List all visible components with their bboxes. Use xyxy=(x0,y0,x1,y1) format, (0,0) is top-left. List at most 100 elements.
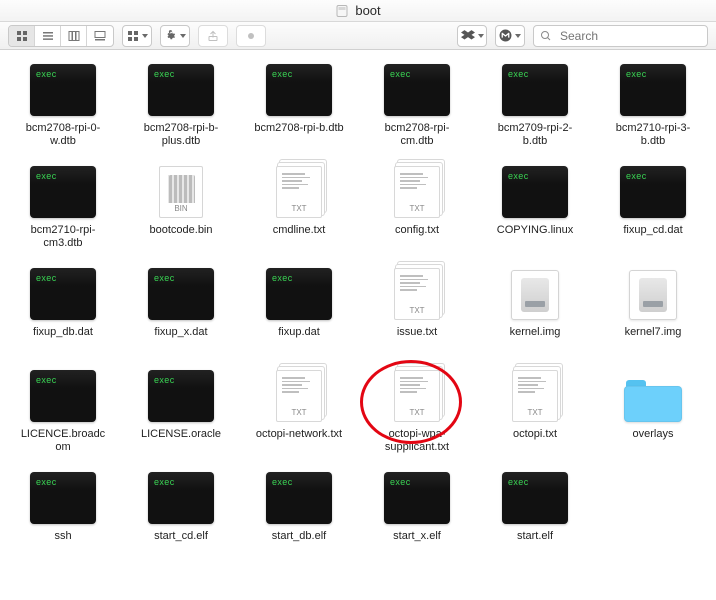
file-item[interactable]: exec start.elf xyxy=(490,472,580,556)
volume-icon xyxy=(335,4,349,18)
tags-button[interactable] xyxy=(236,25,266,47)
txt-file-icon: TXT xyxy=(276,166,322,218)
exec-file-icon: exec xyxy=(266,64,332,116)
file-item[interactable]: exec bcm2710-rpi-3-b.dtb xyxy=(608,64,698,148)
file-browser-content[interactable]: exec bcm2708-rpi-0-w.dtb exec bcm2708-rp… xyxy=(0,50,716,600)
file-item[interactable]: exec fixup_cd.dat xyxy=(608,166,698,250)
file-label: start_x.elf xyxy=(393,530,441,556)
view-mode-segment xyxy=(8,25,114,47)
chevron-down-icon xyxy=(142,34,148,38)
img-file-icon xyxy=(511,270,559,320)
file-label: bootcode.bin xyxy=(150,224,213,250)
file-item[interactable]: BIN bootcode.bin xyxy=(136,166,226,250)
file-item[interactable]: exec LICENCE.broadcom xyxy=(18,370,108,454)
dropbox-button[interactable] xyxy=(457,25,487,47)
file-label: issue.txt xyxy=(397,326,437,352)
file-item[interactable]: exec ssh xyxy=(18,472,108,556)
exec-file-icon: exec xyxy=(30,472,96,524)
view-gallery-icon[interactable] xyxy=(87,26,113,46)
exec-file-icon: exec xyxy=(266,268,332,320)
view-icon-icon[interactable] xyxy=(9,26,35,46)
search-input[interactable] xyxy=(558,28,716,44)
action-menu-button[interactable] xyxy=(160,25,190,47)
exec-file-icon: exec xyxy=(148,370,214,422)
file-item[interactable]: TXT octopi-wpa-supplicant.txt xyxy=(372,370,462,454)
exec-file-icon: exec xyxy=(148,268,214,320)
chevron-down-icon xyxy=(478,34,484,38)
file-item[interactable]: exec bcm2709-rpi-2-b.dtb xyxy=(490,64,580,148)
file-label: fixup_cd.dat xyxy=(623,224,682,250)
file-label: LICENSE.oracle xyxy=(141,428,221,454)
exec-file-icon: exec xyxy=(30,64,96,116)
file-item[interactable]: TXT cmdline.txt xyxy=(254,166,344,250)
exec-file-icon: exec xyxy=(620,166,686,218)
file-item[interactable]: exec fixup_db.dat xyxy=(18,268,108,352)
file-label: kernel7.img xyxy=(625,326,682,352)
toolbar xyxy=(0,22,716,50)
file-item[interactable]: TXT config.txt xyxy=(372,166,462,250)
chevron-down-icon xyxy=(180,34,186,38)
txt-file-icon: TXT xyxy=(394,166,440,218)
file-item[interactable]: exec start_cd.elf xyxy=(136,472,226,556)
file-item[interactable]: TXT octopi.txt xyxy=(490,370,580,454)
file-item[interactable]: kernel.img xyxy=(490,268,580,352)
search-icon xyxy=(540,30,552,42)
chevron-down-icon xyxy=(515,34,521,38)
file-label: octopi.txt xyxy=(513,428,557,454)
view-list-icon[interactable] xyxy=(35,26,61,46)
file-label: bcm2708-rpi-cm.dtb xyxy=(372,122,462,148)
file-label: cmdline.txt xyxy=(273,224,326,250)
file-label: kernel.img xyxy=(510,326,561,352)
file-item[interactable]: kernel7.img xyxy=(608,268,698,352)
file-item[interactable]: overlays xyxy=(608,370,698,454)
file-label: LICENCE.broadcom xyxy=(18,428,108,454)
file-item[interactable]: exec bcm2710-rpi-cm3.dtb xyxy=(18,166,108,250)
exec-file-icon: exec xyxy=(266,472,332,524)
file-label: octopi-wpa-supplicant.txt xyxy=(372,428,462,454)
file-item[interactable]: exec bcm2708-rpi-b.dtb xyxy=(254,64,344,148)
file-label: start_db.elf xyxy=(272,530,326,556)
file-label: bcm2708-rpi-0-w.dtb xyxy=(18,122,108,148)
file-item[interactable]: exec fixup.dat xyxy=(254,268,344,352)
exec-file-icon: exec xyxy=(30,166,96,218)
file-label: octopi-network.txt xyxy=(256,428,342,454)
arrange-menu-button[interactable] xyxy=(122,25,152,47)
exec-file-icon: exec xyxy=(502,64,568,116)
exec-file-icon: exec xyxy=(148,64,214,116)
mega-button[interactable] xyxy=(495,25,525,47)
file-item[interactable]: TXT issue.txt xyxy=(372,268,462,352)
file-label: bcm2710-rpi-3-b.dtb xyxy=(608,122,698,148)
view-column-icon[interactable] xyxy=(61,26,87,46)
exec-file-icon: exec xyxy=(620,64,686,116)
file-item[interactable]: exec bcm2708-rpi-b-plus.dtb xyxy=(136,64,226,148)
file-label: start.elf xyxy=(517,530,553,556)
file-label: bcm2708-rpi-b.dtb xyxy=(254,122,343,148)
file-label: bcm2710-rpi-cm3.dtb xyxy=(18,224,108,250)
exec-file-icon: exec xyxy=(30,370,96,422)
file-item[interactable]: exec bcm2708-rpi-cm.dtb xyxy=(372,64,462,148)
file-item[interactable]: exec bcm2708-rpi-0-w.dtb xyxy=(18,64,108,148)
search-field[interactable] xyxy=(533,25,708,47)
file-label: bcm2709-rpi-2-b.dtb xyxy=(490,122,580,148)
share-button[interactable] xyxy=(198,25,228,47)
file-label: bcm2708-rpi-b-plus.dtb xyxy=(136,122,226,148)
file-item[interactable]: exec fixup_x.dat xyxy=(136,268,226,352)
file-item[interactable]: exec start_db.elf xyxy=(254,472,344,556)
file-label: ssh xyxy=(54,530,71,556)
txt-file-icon: TXT xyxy=(512,370,558,422)
txt-file-icon: TXT xyxy=(394,268,440,320)
txt-file-icon: TXT xyxy=(276,370,322,422)
file-label: COPYING.linux xyxy=(497,224,573,250)
txt-file-icon: TXT xyxy=(394,370,440,422)
file-item[interactable]: exec start_x.elf xyxy=(372,472,462,556)
folder-icon xyxy=(624,378,682,422)
exec-file-icon: exec xyxy=(502,166,568,218)
exec-file-icon: exec xyxy=(502,472,568,524)
file-item[interactable]: exec COPYING.linux xyxy=(490,166,580,250)
exec-file-icon: exec xyxy=(384,472,450,524)
exec-file-icon: exec xyxy=(30,268,96,320)
file-item[interactable]: exec LICENSE.oracle xyxy=(136,370,226,454)
img-file-icon xyxy=(629,270,677,320)
file-item[interactable]: TXT octopi-network.txt xyxy=(254,370,344,454)
file-label: start_cd.elf xyxy=(154,530,208,556)
